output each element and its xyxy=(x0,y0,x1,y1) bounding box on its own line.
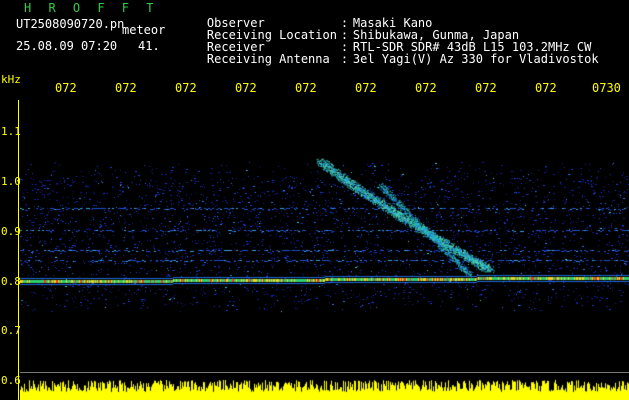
time-tick-label: 0730 xyxy=(592,81,621,95)
time-tick-label: 072 xyxy=(475,81,497,95)
info-separator: : xyxy=(340,52,349,66)
time-tick-label: 072 xyxy=(235,81,257,95)
time-tick-label: 072 xyxy=(355,81,377,95)
time-tick-label: 072 xyxy=(55,81,77,95)
time-tick-label: 072 xyxy=(295,81,317,95)
event-count: 41. xyxy=(138,39,160,53)
event-tag: meteor xyxy=(122,23,166,37)
time-tick-label: 072 xyxy=(175,81,197,95)
info-label: Receiving Antenna xyxy=(206,52,330,66)
brand-title: H R O F F T xyxy=(24,1,159,15)
amplitude-baseline xyxy=(20,372,629,373)
date-time: 25.08.09 07:20 xyxy=(16,39,118,53)
info-value: 3el Yagi(V) Az 330 for Vladivostok xyxy=(352,52,599,66)
spectrogram-canvas[interactable] xyxy=(20,100,629,383)
frequency-unit-label: kHz xyxy=(1,73,21,86)
amplitude-strip xyxy=(20,379,629,400)
frequency-axis-line xyxy=(18,100,19,400)
time-tick-label: 072 xyxy=(415,81,437,95)
info-row-antenna: Receiving Antenna:3el Yagi(V) Az 330 for… xyxy=(178,41,599,77)
file-name: UT2508090720.pn xyxy=(16,17,125,31)
time-tick-label: 072 xyxy=(115,81,137,95)
time-tick-label: 072 xyxy=(535,81,557,95)
